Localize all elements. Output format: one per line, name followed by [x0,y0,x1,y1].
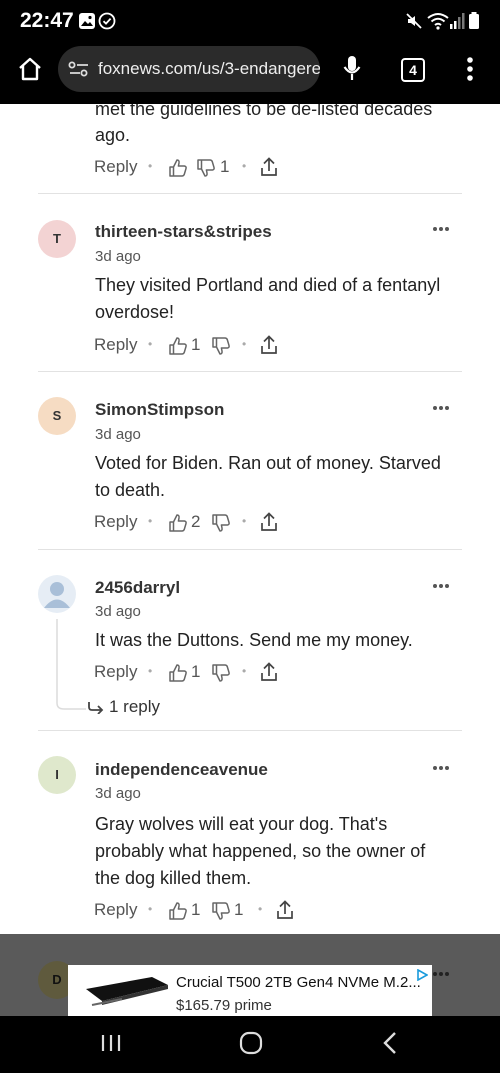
address-bar[interactable]: foxnews.com/us/3-endangere [58,46,320,92]
comment-timestamp: 3d ago [95,426,141,443]
thumbs-down-icon[interactable] [211,663,231,683]
comment-text-line: ago. [95,125,131,145]
thumbs-up-icon[interactable] [168,901,188,921]
thumbs-down-icon[interactable] [211,336,231,356]
comment-username[interactable]: 2456darryl [95,578,180,598]
comment-text-line: the dog killed them. [95,868,252,888]
mute-icon [406,13,422,29]
ssd-product-image [86,977,168,1006]
comment-text-line: Voted for Biden. Ran out of money. Starv… [95,453,441,473]
likes-count: 2 [191,512,201,531]
comment-text-line: They visited Portland and died of a fent… [95,275,441,295]
battery-icon [469,12,479,29]
default-avatar-icon[interactable] [38,575,76,613]
comment-text-line: Gray wolves will eat your dog. That's [95,814,388,834]
microphone-icon[interactable] [342,54,362,82]
comment-text-line: overdose! [95,302,175,322]
reply-button[interactable]: Reply [94,335,137,355]
thumbs-up-icon[interactable] [168,336,188,356]
comment-username[interactable]: independenceavenue [95,760,268,780]
thumbs-down-icon[interactable] [196,158,216,178]
likes-count: 1 [191,900,201,919]
comment-timestamp: 3d ago [95,785,141,802]
divider [38,730,462,731]
share-icon[interactable] [260,157,278,177]
avatar[interactable]: I [38,756,76,794]
comment-timestamp: 3d ago [95,603,141,620]
divider [38,371,462,372]
share-icon[interactable] [276,900,294,920]
ad-choices-icon[interactable] [416,969,428,981]
view-replies-link[interactable]: 1 reply [109,697,160,717]
more-options-icon[interactable] [432,971,450,977]
check-notification-icon [98,12,116,30]
reply-thread-line [56,619,86,710]
ad-banner[interactable]: Crucial T500 2TB Gen4 NVMe M.2... $165.7… [68,965,432,1016]
overflow-menu-icon[interactable] [466,56,474,82]
ad-title[interactable]: Crucial T500 2TB Gen4 NVMe M.2... [176,974,421,991]
divider [38,549,462,550]
ad-price: $165.79 prime [176,997,272,1014]
share-icon[interactable] [260,512,278,532]
more-options-icon[interactable] [432,765,450,771]
thumbs-up-icon[interactable] [168,513,188,533]
reply-arrow-icon [88,702,104,714]
dislikes-count: 1 [234,900,244,919]
avatar[interactable]: T [38,220,76,258]
comment-username[interactable]: SimonStimpson [95,400,224,420]
likes-count: 1 [191,335,201,354]
share-icon[interactable] [260,662,278,682]
more-options-icon[interactable] [432,226,450,232]
thumbs-up-icon[interactable] [168,158,188,178]
home-nav-icon[interactable] [238,1030,264,1056]
reply-button[interactable]: Reply [94,157,137,177]
url-text: foxnews.com/us/3-endangere [98,59,320,78]
tab-switcher-button[interactable]: 4 [401,58,425,82]
status-bar: 22:47 [0,0,500,44]
more-options-icon[interactable] [432,405,450,411]
dislikes-count: 1 [220,157,230,176]
comment-text-line: met the guidelines to be de-listed decad… [95,104,433,119]
divider [38,193,462,194]
thumbs-down-icon[interactable] [211,513,231,533]
status-time: 22:47 [20,9,74,32]
browser-toolbar: foxnews.com/us/3-endangere 4 [0,44,500,104]
ad-overlay: D Crucial T500 2TB Gen4 NVMe M.2... $165… [0,934,500,1016]
avatar[interactable]: S [38,397,76,435]
back-icon[interactable] [382,1031,398,1055]
more-options-icon[interactable] [432,583,450,589]
comment-text-line: probably what happened, so the owner of [95,841,426,861]
reply-button[interactable]: Reply [94,900,137,920]
thumbs-up-icon[interactable] [168,663,188,683]
likes-count: 1 [191,662,201,681]
comment-text-line: It was the Duttons. Send me my money. [95,630,413,650]
comment-text-line: to death. [95,480,166,500]
reply-button[interactable]: Reply [94,512,137,532]
comment-username[interactable]: thirteen-stars&stripes [95,222,272,242]
comments-list: met the guidelines to be de-listed decad… [0,104,500,934]
share-icon[interactable] [260,335,278,355]
system-navigation-bar [0,1016,500,1073]
gallery-notification-icon [79,13,95,29]
reply-button[interactable]: Reply [94,662,137,682]
wifi-icon [427,13,449,30]
recent-apps-icon[interactable] [100,1033,122,1053]
comment-timestamp: 3d ago [95,248,141,265]
signal-icon [450,13,465,29]
home-icon[interactable] [17,56,43,82]
site-settings-icon[interactable] [68,60,90,78]
thumbs-down-icon[interactable] [211,901,231,921]
